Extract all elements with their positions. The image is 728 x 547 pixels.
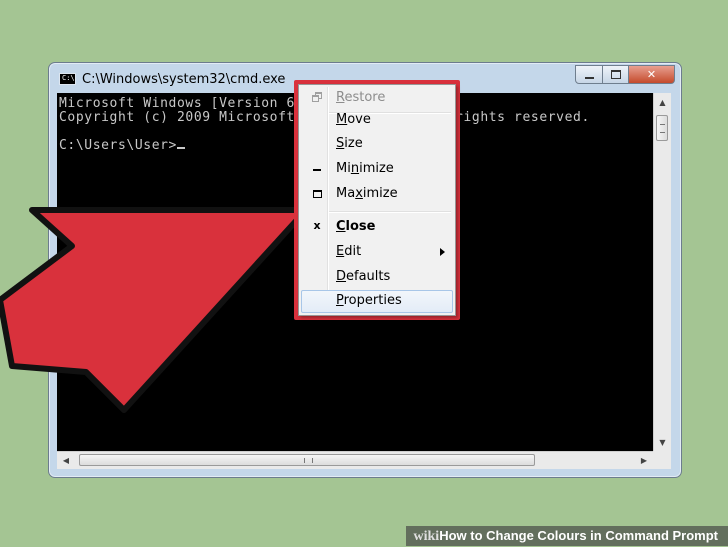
scroll-up-icon[interactable]: ▲	[654, 93, 671, 111]
submenu-arrow-icon	[440, 248, 445, 256]
menu-item-restore[interactable]: Restore	[301, 87, 453, 110]
menu-item-label: Minimize	[336, 161, 394, 176]
horizontal-scroll-thumb[interactable]	[79, 454, 535, 466]
close-button[interactable]: ✕	[629, 65, 675, 84]
menu-item-maximize[interactable]: Maximize	[301, 183, 453, 206]
scroll-right-icon[interactable]: ▶	[635, 452, 653, 469]
restore-icon	[311, 90, 323, 106]
horizontal-scrollbar[interactable]: ◀ ▶	[57, 451, 653, 469]
close-icon: ✕	[646, 68, 657, 81]
wikihow-watermark: wikiHow to Change Colours in Command Pro…	[405, 526, 728, 546]
watermark-brand: wiki	[413, 529, 440, 544]
maximize-icon	[610, 70, 621, 79]
maximize-button[interactable]	[603, 65, 629, 84]
close-icon: x	[313, 219, 321, 232]
menu-item-label: Close	[336, 219, 376, 234]
menu-item-move[interactable]: Move	[301, 109, 453, 132]
system-context-menu: Restore Move Size Minimize Maximize x Cl…	[298, 84, 456, 316]
minimize-icon	[584, 76, 594, 79]
watermark-text: to Change Colours in Command Prompt	[466, 528, 718, 543]
menu-item-size[interactable]: Size	[301, 133, 453, 156]
watermark-brand-bold: How	[439, 528, 467, 543]
menu-item-label: Move	[336, 112, 371, 127]
size-grip	[653, 451, 671, 469]
menu-item-label: Maximize	[336, 186, 398, 201]
cmd-app-icon[interactable]	[59, 73, 76, 85]
console-prompt: C:\Users\User>	[59, 138, 177, 153]
menu-item-edit[interactable]: Edit	[301, 241, 453, 264]
window-title: C:\Windows\system32\cmd.exe	[82, 72, 286, 87]
menu-separator	[329, 211, 451, 213]
scroll-down-icon[interactable]: ▼	[654, 433, 671, 451]
minimize-icon	[311, 161, 323, 177]
menu-item-label: Size	[336, 136, 363, 151]
menu-item-label: Restore	[336, 90, 386, 105]
menu-item-minimize[interactable]: Minimize	[301, 158, 453, 181]
menu-item-properties[interactable]: Properties	[301, 290, 453, 313]
text-cursor	[176, 147, 185, 149]
menu-item-label: Defaults	[336, 269, 391, 284]
minimize-button[interactable]	[575, 65, 603, 84]
maximize-icon	[311, 186, 323, 202]
vertical-scroll-thumb[interactable]	[656, 115, 668, 141]
caption-buttons: ✕	[575, 65, 675, 84]
menu-item-label: Properties	[336, 293, 402, 308]
menu-item-label: Edit	[336, 244, 362, 259]
menu-item-close[interactable]: x Close	[301, 216, 453, 239]
vertical-scrollbar[interactable]: ▲ ▼	[653, 93, 671, 451]
scroll-left-icon[interactable]: ◀	[57, 452, 75, 469]
menu-item-defaults[interactable]: Defaults	[301, 266, 453, 289]
